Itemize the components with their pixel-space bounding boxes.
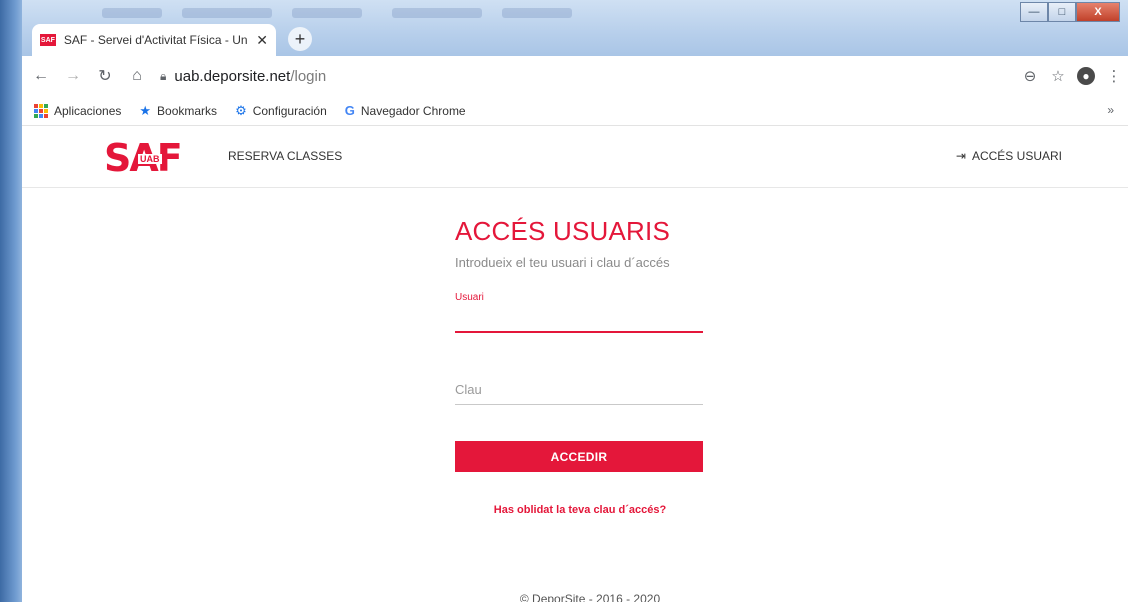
new-tab-button[interactable]: + [288, 27, 312, 51]
saf-logo[interactable]: SAF UAB [104, 138, 220, 178]
tab-title: SAF - Servei d'Activitat Física - Un [63, 33, 248, 47]
browser-toolbar: ← → ↻ ⌂ 🔒︎ uab.deporsite.net /login ⊖ ☆ … [22, 56, 1128, 96]
login-subtitle: Introdueix el teu usuari i clau d´accés [455, 255, 670, 270]
google-icon: G [344, 103, 355, 118]
bookmark-label: Bookmarks [157, 103, 218, 118]
nav-acces-usuari[interactable]: ⇥ ACCÉS USUARI [956, 149, 1062, 163]
url-path: /login [290, 67, 327, 85]
saf-favicon-icon: SAF [40, 34, 56, 46]
login-form: ACCÉS USUARIS Introdueix el teu usuari i… [455, 216, 705, 516]
user-field-label: Usuari [455, 292, 484, 303]
user-input[interactable] [455, 309, 703, 333]
desktop-background [0, 0, 22, 602]
bookmarks-overflow-icon[interactable]: » [1107, 103, 1114, 117]
home-icon[interactable]: ⌂ [124, 63, 150, 89]
footer-copyright: © DeporSite - 2016 - 2020 [519, 592, 661, 602]
window-controls: — □ X [1020, 2, 1120, 22]
nav-reserva-classes[interactable]: RESERVA CLASSES [228, 149, 342, 163]
browser-tab-active[interactable]: SAF SAF - Servei d'Activitat Física - Un… [32, 24, 276, 56]
bookmarks-bar: Aplicaciones ★ Bookmarks ⚙ Configuración… [22, 96, 1128, 126]
tab-strip: SAF SAF - Servei d'Activitat Física - Un… [22, 0, 1128, 56]
toolbar-right: ⊖ ☆ ● ⋮ [1016, 62, 1128, 90]
login-title: ACCÉS USUARIS [455, 216, 670, 246]
bookmark-navegador-chrome[interactable]: G Navegador Chrome [345, 103, 466, 118]
zoom-icon[interactable]: ⊖ [1016, 62, 1044, 90]
accedir-button[interactable]: ACCEDIR [455, 441, 703, 472]
reload-icon[interactable]: ↻ [92, 63, 118, 89]
bookmark-aplicaciones[interactable]: Aplicaciones [34, 103, 122, 118]
minimize-button[interactable]: — [1020, 2, 1048, 22]
logo-sub: UAB [138, 154, 162, 164]
login-icon: ⇥ [955, 149, 966, 163]
close-window-button[interactable]: X [1076, 2, 1120, 22]
url-host: uab.deporsite.net [174, 67, 291, 85]
password-input[interactable] [455, 375, 703, 405]
bookmark-configuracion[interactable]: ⚙ Configuración [235, 103, 327, 119]
close-tab-icon[interactable]: ✕ [256, 32, 268, 49]
back-arrow-icon[interactable]: ← [28, 63, 54, 89]
profile-icon[interactable]: ● [1072, 62, 1100, 90]
nav-acces-label: ACCÉS USUARI [971, 149, 1062, 163]
gear-icon: ⚙ [235, 102, 247, 118]
maximize-button[interactable]: □ [1048, 2, 1076, 22]
forgot-password-link[interactable]: Has oblidat la teva clau d´accés? [455, 504, 705, 516]
apps-grid-icon [34, 103, 48, 118]
star-icon: ★ [139, 102, 152, 118]
bookmark-label: Aplicaciones [54, 103, 122, 118]
bookmark-label: Navegador Chrome [360, 103, 466, 118]
menu-dots-icon[interactable]: ⋮ [1100, 62, 1128, 90]
bookmark-label: Configuración [252, 103, 327, 118]
lock-icon: 🔒︎ [160, 68, 167, 83]
site-header: SAF UAB RESERVA CLASSES ⇥ ACCÉS USUARI [22, 126, 1128, 188]
address-bar[interactable]: 🔒︎ uab.deporsite.net /login [160, 62, 1020, 90]
bookmark-bookmarks[interactable]: ★ Bookmarks [139, 103, 217, 119]
forward-arrow-icon[interactable]: → [60, 63, 86, 89]
bookmark-star-icon[interactable]: ☆ [1044, 62, 1072, 90]
browser-window: SAF SAF - Servei d'Activitat Física - Un… [22, 0, 1128, 602]
